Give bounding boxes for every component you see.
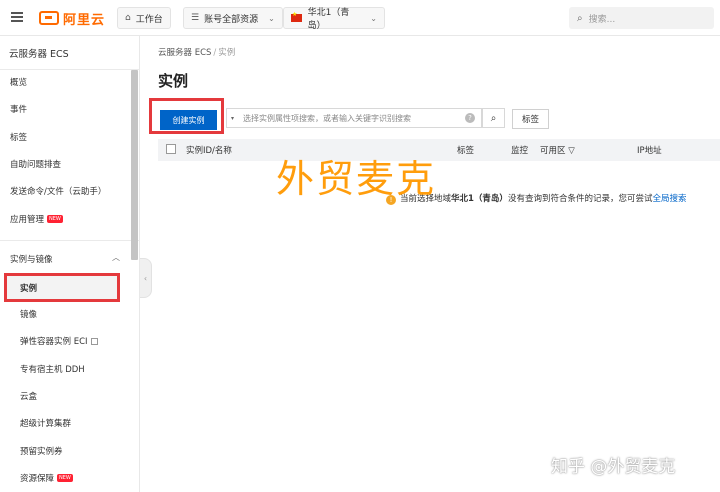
credit-watermark: 知乎 @外贸麦克 bbox=[551, 457, 676, 477]
workbench-label: 工作台 bbox=[135, 14, 163, 25]
instance-filter-input[interactable]: ▾ 选择实例属性项搜索，或者输入关键字识别搜索 ? bbox=[226, 108, 482, 128]
search-placeholder: 搜索... bbox=[588, 14, 616, 25]
aliyun-logo[interactable]: 阿里云 bbox=[39, 9, 106, 28]
sidebar-item-instances[interactable]: 实例 bbox=[4, 273, 120, 302]
account-resources-dropdown[interactable]: ☰ 账号全部资源 ⌄ bbox=[183, 7, 283, 29]
chevron-down-icon: ⌄ bbox=[268, 13, 275, 23]
sidebar-item-scc[interactable]: 超级计算集群 bbox=[20, 417, 71, 429]
breadcrumb-ecs[interactable]: 云服务器 ECS bbox=[158, 48, 211, 58]
search-icon: ⌕ bbox=[577, 12, 583, 24]
sidebar: 云服务器 ECS 概览 事件 标签 自助问题排查 发送命令/文件（云助手） 应用… bbox=[0, 36, 140, 492]
sidebar-item-ddh[interactable]: 专有宿主机 DDH bbox=[20, 363, 85, 375]
chevron-down-icon: ⌄ bbox=[370, 13, 377, 23]
sidebar-item-cloud-box[interactable]: 云盒 bbox=[20, 390, 37, 402]
sidebar-item-images[interactable]: 镜像 bbox=[20, 308, 37, 320]
caret-down-icon[interactable]: ▾ bbox=[231, 115, 234, 122]
divider bbox=[0, 69, 140, 70]
new-badge: NEW bbox=[47, 215, 63, 223]
sidebar-item-tags[interactable]: 标签 bbox=[10, 131, 27, 143]
empty-region: 华北1（青岛） bbox=[451, 194, 508, 204]
logo-text: 阿里云 bbox=[63, 12, 106, 28]
sidebar-group-instances-images[interactable]: 实例与镜像 bbox=[10, 253, 53, 265]
search-button[interactable]: ⌕ bbox=[482, 108, 505, 128]
breadcrumb-separator: / bbox=[213, 48, 217, 58]
sidebar-scrollbar[interactable] bbox=[131, 70, 138, 260]
workbench-button[interactable]: ⌂ 工作台 bbox=[117, 7, 171, 29]
create-instance-button[interactable]: 创建实例 bbox=[160, 110, 217, 130]
sidebar-item-app-management[interactable]: 应用管理 NEW bbox=[10, 213, 63, 225]
sidebar-item-reserved-instances[interactable]: 预留实例券 bbox=[20, 445, 63, 457]
chevron-left-icon: ‹ bbox=[143, 273, 148, 283]
sidebar-item-label: 实例 bbox=[20, 284, 38, 294]
column-zone[interactable]: 可用区 ▽ bbox=[540, 144, 575, 156]
sidebar-collapse-button[interactable]: ‹ bbox=[140, 258, 152, 298]
aliyun-logo-icon bbox=[39, 11, 59, 25]
global-search-link[interactable]: 全局搜索 bbox=[652, 194, 686, 204]
breadcrumb-current: 实例 bbox=[218, 48, 236, 58]
region-label: 华北1（青岛） bbox=[307, 8, 350, 31]
account-label: 账号全部资源 bbox=[204, 14, 259, 25]
sidebar-item-resource-assurance[interactable]: 资源保障 NEW bbox=[20, 472, 73, 484]
table-header: 实例ID/名称 标签 监控 可用区 ▽ IP地址 bbox=[158, 139, 720, 161]
chevron-up-icon[interactable]: ︿ bbox=[112, 252, 120, 263]
column-monitoring: 监控 bbox=[511, 146, 529, 156]
sidebar-item-eci[interactable]: 弹性容器实例 ECI bbox=[20, 335, 98, 347]
home-icon: ⌂ bbox=[125, 13, 131, 23]
top-bar: 阿里云 ⌂ 工作台 ☰ 账号全部资源 ⌄ 华北1（青岛） ⌄ ⌕ 搜索... bbox=[0, 0, 720, 36]
region-dropdown[interactable]: 华北1（青岛） ⌄ bbox=[283, 7, 385, 31]
global-search-input[interactable]: ⌕ 搜索... bbox=[569, 7, 714, 29]
sidebar-item-send-command[interactable]: 发送命令/文件（云助手） bbox=[10, 185, 106, 197]
menu-icon[interactable] bbox=[11, 12, 23, 22]
divider bbox=[0, 240, 140, 241]
tag-filter-button[interactable]: 标签 bbox=[512, 109, 549, 129]
select-all-checkbox[interactable] bbox=[166, 144, 176, 154]
column-ip-address: IP地址 bbox=[637, 146, 662, 156]
column-tags: 标签 bbox=[457, 146, 475, 156]
external-link-icon bbox=[90, 338, 98, 345]
column-instance-id: 实例ID/名称 bbox=[186, 146, 232, 156]
sidebar-item-overview[interactable]: 概览 bbox=[10, 76, 27, 88]
breadcrumb: 云服务器 ECS / 实例 bbox=[158, 46, 235, 58]
create-instance-highlight: 创建实例 bbox=[149, 98, 224, 134]
filter-placeholder: 选择实例属性项搜索，或者输入关键字识别搜索 bbox=[243, 113, 412, 123]
search-icon: ⌕ bbox=[490, 112, 497, 124]
sidebar-title: 云服务器 ECS bbox=[9, 49, 69, 60]
china-flag-icon bbox=[291, 11, 302, 22]
filter-icon[interactable]: ▽ bbox=[568, 146, 575, 156]
page-title: 实例 bbox=[158, 72, 189, 90]
list-icon: ☰ bbox=[191, 13, 200, 23]
sidebar-item-self-diagnosis[interactable]: 自助问题排查 bbox=[10, 158, 61, 170]
sidebar-item-events[interactable]: 事件 bbox=[10, 103, 27, 115]
help-icon[interactable]: ? bbox=[465, 113, 475, 123]
watermark-text: 外贸麦克 bbox=[276, 157, 437, 201]
new-badge: NEW bbox=[57, 474, 73, 482]
